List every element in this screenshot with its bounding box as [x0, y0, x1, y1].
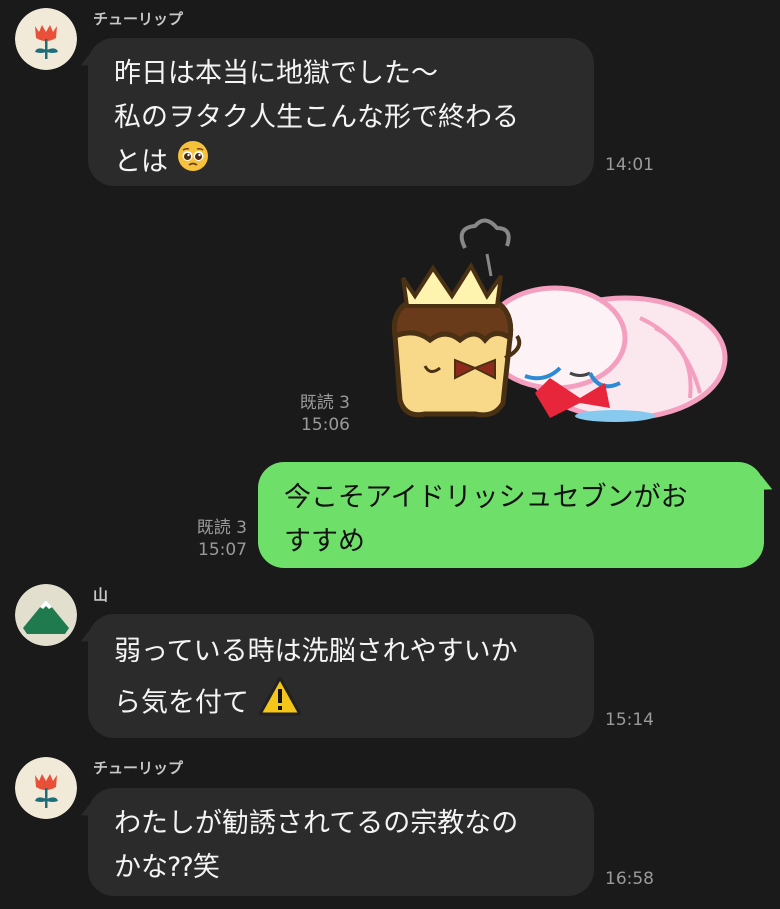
- tulip-icon: [15, 757, 77, 819]
- message-bubble[interactable]: 弱っている時は洗脳されやすいか ら気を付て: [88, 614, 594, 738]
- avatar-tulip[interactable]: [15, 757, 77, 819]
- message-line: 弱っている時は洗脳されやすいか: [114, 636, 518, 667]
- message-line: わたしが勧誘されてるの宗教なの: [114, 808, 519, 839]
- read-receipt: 既読 3: [299, 393, 350, 413]
- sender-name: 山: [93, 586, 109, 604]
- mountain-icon: [15, 584, 77, 646]
- message-bubble-outgoing[interactable]: 今こそアイドリッシュセブンがお すすめ: [258, 462, 764, 568]
- read-receipt: 既読 3: [196, 518, 247, 538]
- message-line-with-emoji: とは: [114, 140, 568, 186]
- warning-icon: [258, 676, 302, 732]
- pleading-face-icon: [177, 140, 209, 186]
- message-line: かな⁇笑: [114, 852, 220, 883]
- message-line-with-emoji: ら気を付て: [114, 676, 568, 732]
- message-line: とは: [114, 146, 168, 178]
- message-line: 私のヲタク人生こんな形で終わる: [114, 102, 519, 133]
- avatar-tulip[interactable]: [15, 8, 77, 70]
- message-meta: 既読 3 15:06: [288, 392, 350, 436]
- message-time: 15:06: [301, 415, 350, 435]
- message-time: 15:14: [605, 710, 654, 730]
- message-time: 15:07: [198, 540, 247, 560]
- message-time: 16:58: [605, 869, 654, 889]
- tulip-icon: [15, 8, 77, 70]
- sticker-image[interactable]: [385, 218, 735, 432]
- avatar-mountain[interactable]: [15, 584, 77, 646]
- message-line: 昨日は本当に地獄でした〜: [114, 58, 438, 89]
- message-time: 14:01: [605, 155, 654, 175]
- message-line: すすめ: [284, 526, 365, 557]
- message-bubble[interactable]: 昨日は本当に地獄でした〜 私のヲタク人生こんな形で終わる とは: [88, 38, 594, 186]
- message-line: ら気を付て: [114, 687, 249, 719]
- sender-name: チューリップ: [93, 10, 184, 28]
- sender-name: チューリップ: [93, 759, 184, 777]
- idol-sticker-icon: [391, 218, 728, 422]
- message-line: 今こそアイドリッシュセブンがお: [284, 482, 688, 513]
- message-meta: 既読 3 15:07: [185, 517, 247, 561]
- message-bubble[interactable]: わたしが勧誘されてるの宗教なの かな⁇笑: [88, 788, 594, 896]
